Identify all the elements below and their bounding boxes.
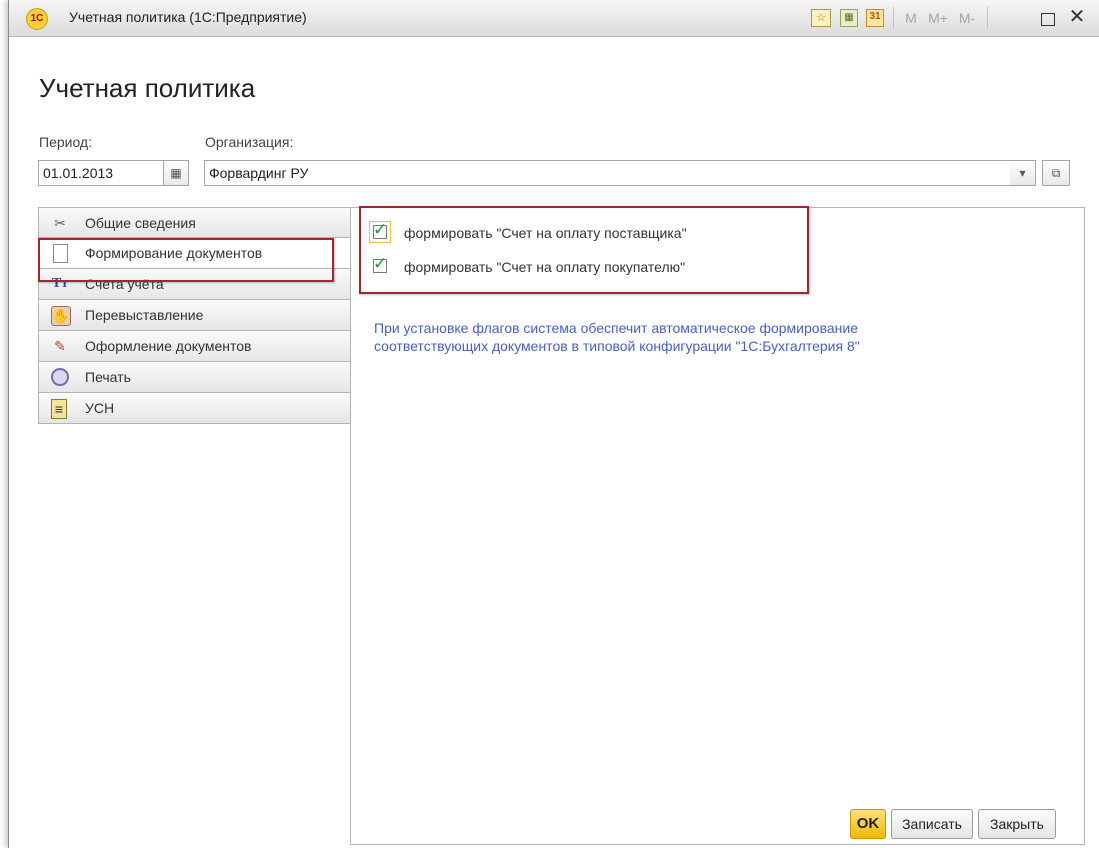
period-input[interactable]: 01.01.2013: [38, 160, 164, 186]
tab-label: УСН: [85, 400, 115, 416]
period-label: Период:: [39, 134, 92, 150]
tab-accounts[interactable]: Тт Счета учёта: [38, 269, 351, 300]
memory-minus-button[interactable]: M-: [955, 8, 979, 28]
maximize-icon[interactable]: [1041, 13, 1055, 26]
memory-button[interactable]: M: [902, 8, 920, 28]
print-icon: [51, 368, 69, 386]
window-title: Учетная политика (1С:Предприятие): [69, 9, 307, 25]
close-button[interactable]: Закрыть: [978, 809, 1056, 839]
check-icon: ✓: [373, 254, 388, 273]
tab-label: Формирование документов: [85, 245, 263, 261]
save-button[interactable]: Записать: [891, 809, 973, 839]
section-tabs: ✂ Общие сведения Формирование документов…: [38, 207, 351, 424]
hint-text: При установке флагов система обеспечит а…: [374, 319, 1074, 355]
tab-usn[interactable]: ≡ УСН: [38, 393, 351, 424]
usn-icon: ≡: [51, 399, 67, 419]
tab-label: Счета учёта: [85, 276, 164, 292]
tab-label: Печать: [85, 369, 131, 385]
title-bar: 1С Учетная политика (1С:Предприятие) ☆ ▦…: [9, 0, 1099, 37]
memory-plus-button[interactable]: M+: [926, 8, 950, 28]
calculator-icon[interactable]: ▦: [840, 9, 858, 27]
pen-icon: ✎: [54, 338, 66, 354]
policy-window: 1С Учетная политика (1С:Предприятие) ☆ ▦…: [8, 0, 1099, 848]
app-logo-icon[interactable]: 1С: [26, 8, 48, 30]
tools-icon: ✂: [54, 215, 66, 231]
hint-line: При установке флагов система обеспечит а…: [374, 320, 858, 336]
page-title: Учетная политика: [39, 73, 256, 103]
hint-line: соответствующих документов в типовой кон…: [374, 338, 860, 354]
tab-label: Общие сведения: [85, 215, 196, 231]
buyer-invoice-label[interactable]: формировать "Счет на оплату покупателю": [404, 259, 685, 275]
tab-document-design[interactable]: ✎ Оформление документов: [38, 331, 351, 362]
supplier-invoice-label[interactable]: формировать "Счет на оплату поставщика": [404, 225, 687, 241]
tab-document-generation[interactable]: Формирование документов: [38, 238, 351, 269]
tab-print[interactable]: Печать: [38, 362, 351, 393]
tab-general-info[interactable]: ✂ Общие сведения: [38, 207, 351, 238]
tab-label: Оформление документов: [85, 338, 252, 354]
supplier-invoice-checkbox[interactable]: ✓: [373, 220, 387, 239]
organization-input[interactable]: Форвардинг РУ: [204, 160, 1035, 186]
close-icon[interactable]: ✕: [1066, 7, 1088, 28]
toolbar-separator: [987, 7, 988, 29]
buyer-invoice-checkbox[interactable]: ✓: [373, 254, 387, 273]
favorite-icon[interactable]: ☆: [811, 9, 831, 27]
calendar-icon[interactable]: 31: [866, 9, 884, 27]
tab-label: Перевыставление: [85, 307, 204, 323]
document-icon: [53, 244, 68, 263]
open-form-icon[interactable]: ⧉: [1042, 160, 1070, 186]
calendar-picker-icon[interactable]: ▦: [163, 160, 189, 186]
hand-icon: ✋: [51, 306, 71, 326]
tab-reinvoicing[interactable]: ✋ Перевыставление: [38, 300, 351, 331]
content-panel: [350, 207, 1085, 845]
check-icon: ✓: [373, 220, 388, 239]
toolbar-separator: [893, 7, 894, 29]
chevron-down-icon[interactable]: ▾: [1010, 160, 1036, 186]
accounts-icon: Тт: [51, 276, 69, 291]
organization-label: Организация:: [205, 134, 294, 150]
ok-button[interactable]: OK: [850, 809, 886, 839]
